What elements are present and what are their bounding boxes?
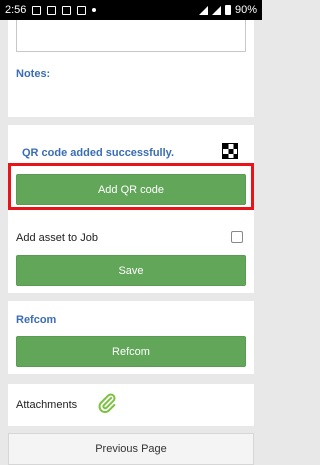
refcom-card: Refcom Refcom — [8, 301, 254, 374]
gmail-notification-icon — [77, 5, 87, 15]
add-qr-code-button[interactable]: Add QR code — [16, 174, 246, 205]
paperclip-icon[interactable] — [96, 392, 118, 414]
notes-card: Notes: — [8, 20, 254, 117]
attachments-card: Attachments — [8, 384, 254, 426]
battery-percent: 90% — [234, 4, 257, 16]
mcdonalds-notification-icon — [62, 5, 72, 15]
add-asset-label: Add asset to Job — [16, 232, 98, 244]
qr-code-icon[interactable] — [222, 143, 238, 159]
notes-textarea[interactable] — [16, 20, 246, 52]
add-asset-checkbox[interactable] — [231, 231, 243, 243]
status-time: 2:56 — [5, 4, 27, 16]
previous-page-bar: Previous Page — [8, 433, 254, 465]
more-notifications-icon — [92, 8, 97, 12]
image-notification-icon — [32, 5, 42, 15]
previous-page-button[interactable]: Previous Page — [9, 434, 253, 464]
qr-success-message: QR code added successfully. — [22, 147, 175, 159]
attachments-label: Attachments — [16, 399, 78, 411]
qr-card: QR code added successfully. Add QR code … — [8, 125, 254, 293]
save-button[interactable]: Save — [16, 255, 246, 286]
cell-signal-icon — [211, 5, 221, 15]
notes-label: Notes: — [16, 68, 51, 80]
battery-icon — [224, 5, 231, 15]
status-bar: 2:56 90% — [0, 0, 262, 20]
refcom-button[interactable]: Refcom — [16, 336, 246, 367]
download-notification-icon — [47, 5, 57, 15]
refcom-title: Refcom — [16, 314, 57, 326]
wifi-signal-icon — [198, 5, 208, 15]
